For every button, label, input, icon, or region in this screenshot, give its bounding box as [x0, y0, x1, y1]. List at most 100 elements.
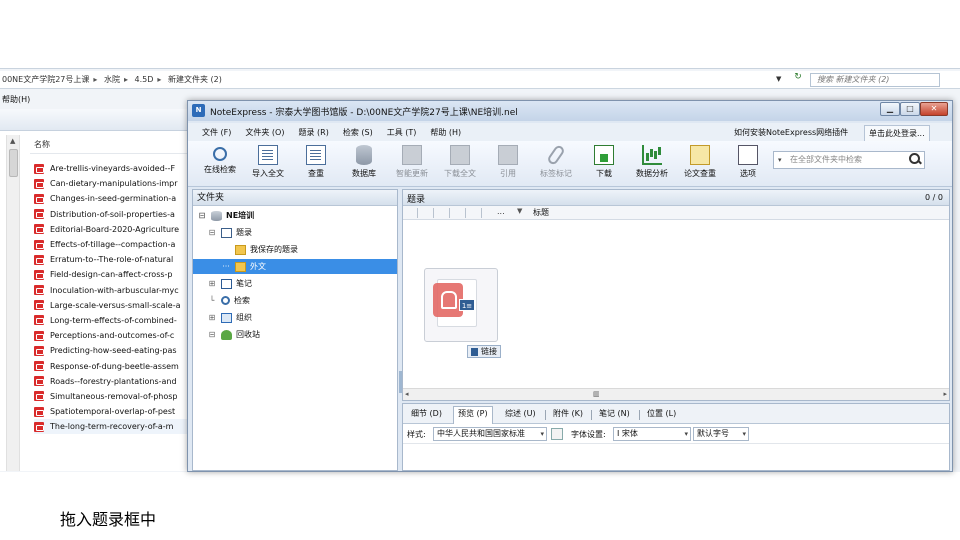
tree-node-organize[interactable]: ⊞ 组织	[207, 310, 252, 325]
pdf-file-icon	[34, 163, 44, 174]
detail-pane: 细节 (D) 预览 (P) 综述 (U) 附件 (K) 笔记 (N) 位置 (L…	[402, 403, 950, 471]
column-title[interactable]: 标题	[533, 207, 549, 218]
address-bar[interactable]: 00NE文产学院27号上课 ▸ 水院 ▸ 4.5D ▸ 新建文件夹 (2) ▼ ↻ 搜…	[0, 71, 960, 89]
style-select[interactable]: 中华人民共和国国家标准	[433, 427, 547, 441]
column-divider[interactable]	[433, 208, 434, 218]
tree-node-records[interactable]: ⊟ 题录	[207, 225, 252, 240]
column-divider[interactable]	[465, 208, 466, 218]
login-button[interactable]: 单击此处登录...	[864, 125, 930, 142]
tree-node-saved-records[interactable]: 我保存的题录	[221, 242, 298, 257]
explorer-search-input[interactable]: 搜索 新建文件夹 (2)	[810, 73, 940, 87]
file-item[interactable]: Inoculation-with-arbuscular-myc	[34, 283, 190, 298]
menu-help[interactable]: 帮助 (H)	[430, 127, 461, 138]
breadcrumb-item[interactable]: 4.5D	[135, 75, 154, 84]
tab-details[interactable]: 细节 (D)	[411, 408, 442, 419]
refresh-icon[interactable]: ↻	[790, 72, 806, 86]
file-item[interactable]: Erratum-to--The-role-of-natural	[34, 252, 190, 267]
file-item[interactable]: Perceptions-and-outcomes-of-c	[34, 328, 190, 343]
maximize-button[interactable]: □	[900, 102, 920, 116]
breadcrumb-item[interactable]: 00NE文产学院27号上课	[2, 75, 89, 84]
column-header-name[interactable]: 名称	[34, 139, 50, 150]
smart-update-button[interactable]: 智能更新	[390, 145, 434, 179]
tree-node-recycle-bin[interactable]: ⊟ 回收站	[207, 327, 260, 342]
install-plugin-link[interactable]: 如何安装NoteExpress网络插件	[734, 127, 848, 138]
font-size-select[interactable]: 默认字号	[693, 427, 749, 441]
detail-tabs: 细节 (D) 预览 (P) 综述 (U) 附件 (K) 笔记 (N) 位置 (L…	[403, 404, 949, 424]
file-item[interactable]: Are-trellis-vineyards-avoided--F	[34, 161, 190, 176]
chevron-down-icon[interactable]: ▼	[776, 75, 781, 83]
tab-attachments[interactable]: 附件 (K)	[553, 408, 583, 419]
menu-tools[interactable]: 工具 (T)	[387, 127, 417, 138]
scroll-up-icon[interactable]: ▲	[10, 137, 15, 145]
breadcrumb-item[interactable]: 水院	[104, 75, 120, 84]
file-item[interactable]: The-long-term-recovery-of-a-m	[34, 419, 190, 435]
tree-node-notes[interactable]: ⊞ 笔记	[207, 276, 252, 291]
breadcrumb-item[interactable]: 新建文件夹 (2)	[168, 75, 222, 84]
file-item[interactable]: Response-of-dung-beetle-assem	[34, 358, 190, 373]
file-item[interactable]: Simultaneous-removal-of-phosp	[34, 389, 190, 404]
column-divider[interactable]	[417, 208, 418, 218]
menu-help[interactable]: 帮助(H)	[2, 94, 30, 105]
file-item[interactable]: Large-scale-versus-small-scale-a	[34, 298, 190, 313]
collapse-icon[interactable]: ⊟	[207, 228, 217, 237]
column-divider[interactable]	[449, 208, 450, 218]
title-bar[interactable]: N NoteExpress - 宗泰大学图书馆版 - D:\00NE文产学院27…	[188, 101, 952, 121]
column-divider[interactable]	[481, 208, 482, 218]
file-item[interactable]: Effects-of-tillage--compaction-a	[34, 237, 190, 252]
menu-records[interactable]: 题录 (R)	[298, 127, 328, 138]
download-button[interactable]: 下载	[582, 145, 626, 179]
breadcrumb[interactable]: 00NE文产学院27号上课 ▸ 水院 ▸ 4.5D ▸ 新建文件夹 (2)	[2, 74, 226, 85]
menu-file[interactable]: 文件 (F)	[202, 127, 231, 138]
column-more[interactable]: ...	[497, 207, 505, 216]
options-button[interactable]: 选项	[726, 145, 770, 179]
file-item[interactable]: Changes-in-seed-germination-a	[34, 191, 190, 206]
database-button[interactable]: 数据库	[342, 145, 386, 179]
vertical-scrollbar[interactable]: ▲	[6, 135, 20, 471]
file-item[interactable]: Editorial-Board-2020-Agriculture	[34, 222, 190, 237]
tree-node-search[interactable]: └ 检索	[207, 293, 250, 308]
expand-icon[interactable]: ⊞	[207, 313, 217, 322]
menu-folder[interactable]: 文件夹 (O)	[245, 127, 284, 138]
tag-button[interactable]: 标签标记	[534, 143, 578, 179]
collapse-icon[interactable]: ⊟	[207, 330, 217, 339]
import-fulltext-button[interactable]: 导入全文	[246, 145, 290, 179]
horizontal-scrollbar[interactable]: ◂ ▥ ▸	[403, 388, 949, 400]
close-button[interactable]: ✕	[920, 102, 948, 116]
scroll-thumb[interactable]: ▥	[593, 390, 600, 398]
edit-style-icon[interactable]	[551, 428, 563, 440]
paper-check-button[interactable]: 论文查重	[678, 145, 722, 179]
tree-node-foreign[interactable]: ··· 外文	[193, 259, 397, 274]
file-name: Effects-of-tillage--compaction-a	[50, 240, 176, 250]
collapse-icon[interactable]: ⊟	[197, 211, 207, 220]
font-select[interactable]: Ⅰ 宋体	[613, 427, 691, 441]
file-item[interactable]: Distribution-of-soil-properties-a	[34, 207, 190, 222]
search-icon[interactable]	[909, 153, 921, 165]
file-item[interactable]: Can-dietary-manipulations-impr	[34, 176, 190, 191]
expand-icon[interactable]: ⊞	[207, 279, 217, 288]
tab-summary[interactable]: 综述 (U)	[505, 408, 536, 419]
data-analysis-button[interactable]: 数据分析	[630, 145, 674, 179]
file-item[interactable]: Long-term-effects-of-combined-	[34, 313, 190, 328]
toolbar-label: 引用	[500, 169, 516, 178]
tab-location[interactable]: 位置 (L)	[647, 408, 676, 419]
tree-node-ne-training[interactable]: ⊟ NE培训	[197, 208, 254, 223]
scroll-thumb[interactable]	[9, 149, 18, 177]
online-search-button[interactable]: 在线检索	[198, 145, 242, 175]
pdf-file-icon	[34, 269, 44, 280]
file-item[interactable]: Spatiotemporal-overlap-of-pest	[34, 404, 190, 419]
file-item[interactable]: Predicting-how-seed-eating-pas	[34, 343, 190, 358]
dedupe-button[interactable]: 查重	[294, 145, 338, 179]
file-item[interactable]: Field-design-can-affect-cross-p	[34, 267, 190, 282]
file-item[interactable]: Roads--forestry-plantations-and	[34, 374, 190, 389]
scroll-left-icon[interactable]: ◂	[405, 390, 409, 398]
menu-search[interactable]: 检索 (S)	[343, 127, 373, 138]
sort-down-icon[interactable]: ▼	[517, 207, 522, 215]
tab-preview[interactable]: 预览 (P)	[453, 406, 493, 424]
cite-button[interactable]: 引用	[486, 145, 530, 179]
download-fulltext-button[interactable]: 下载全文	[438, 145, 482, 179]
global-search-input[interactable]: ▾ 在全部文件夹中检索	[773, 151, 925, 169]
tab-notes[interactable]: 笔记 (N)	[599, 408, 630, 419]
chevron-down-icon[interactable]: ▾	[778, 152, 782, 168]
scroll-right-icon[interactable]: ▸	[943, 390, 947, 398]
minimize-button[interactable]: ▁	[880, 102, 900, 116]
